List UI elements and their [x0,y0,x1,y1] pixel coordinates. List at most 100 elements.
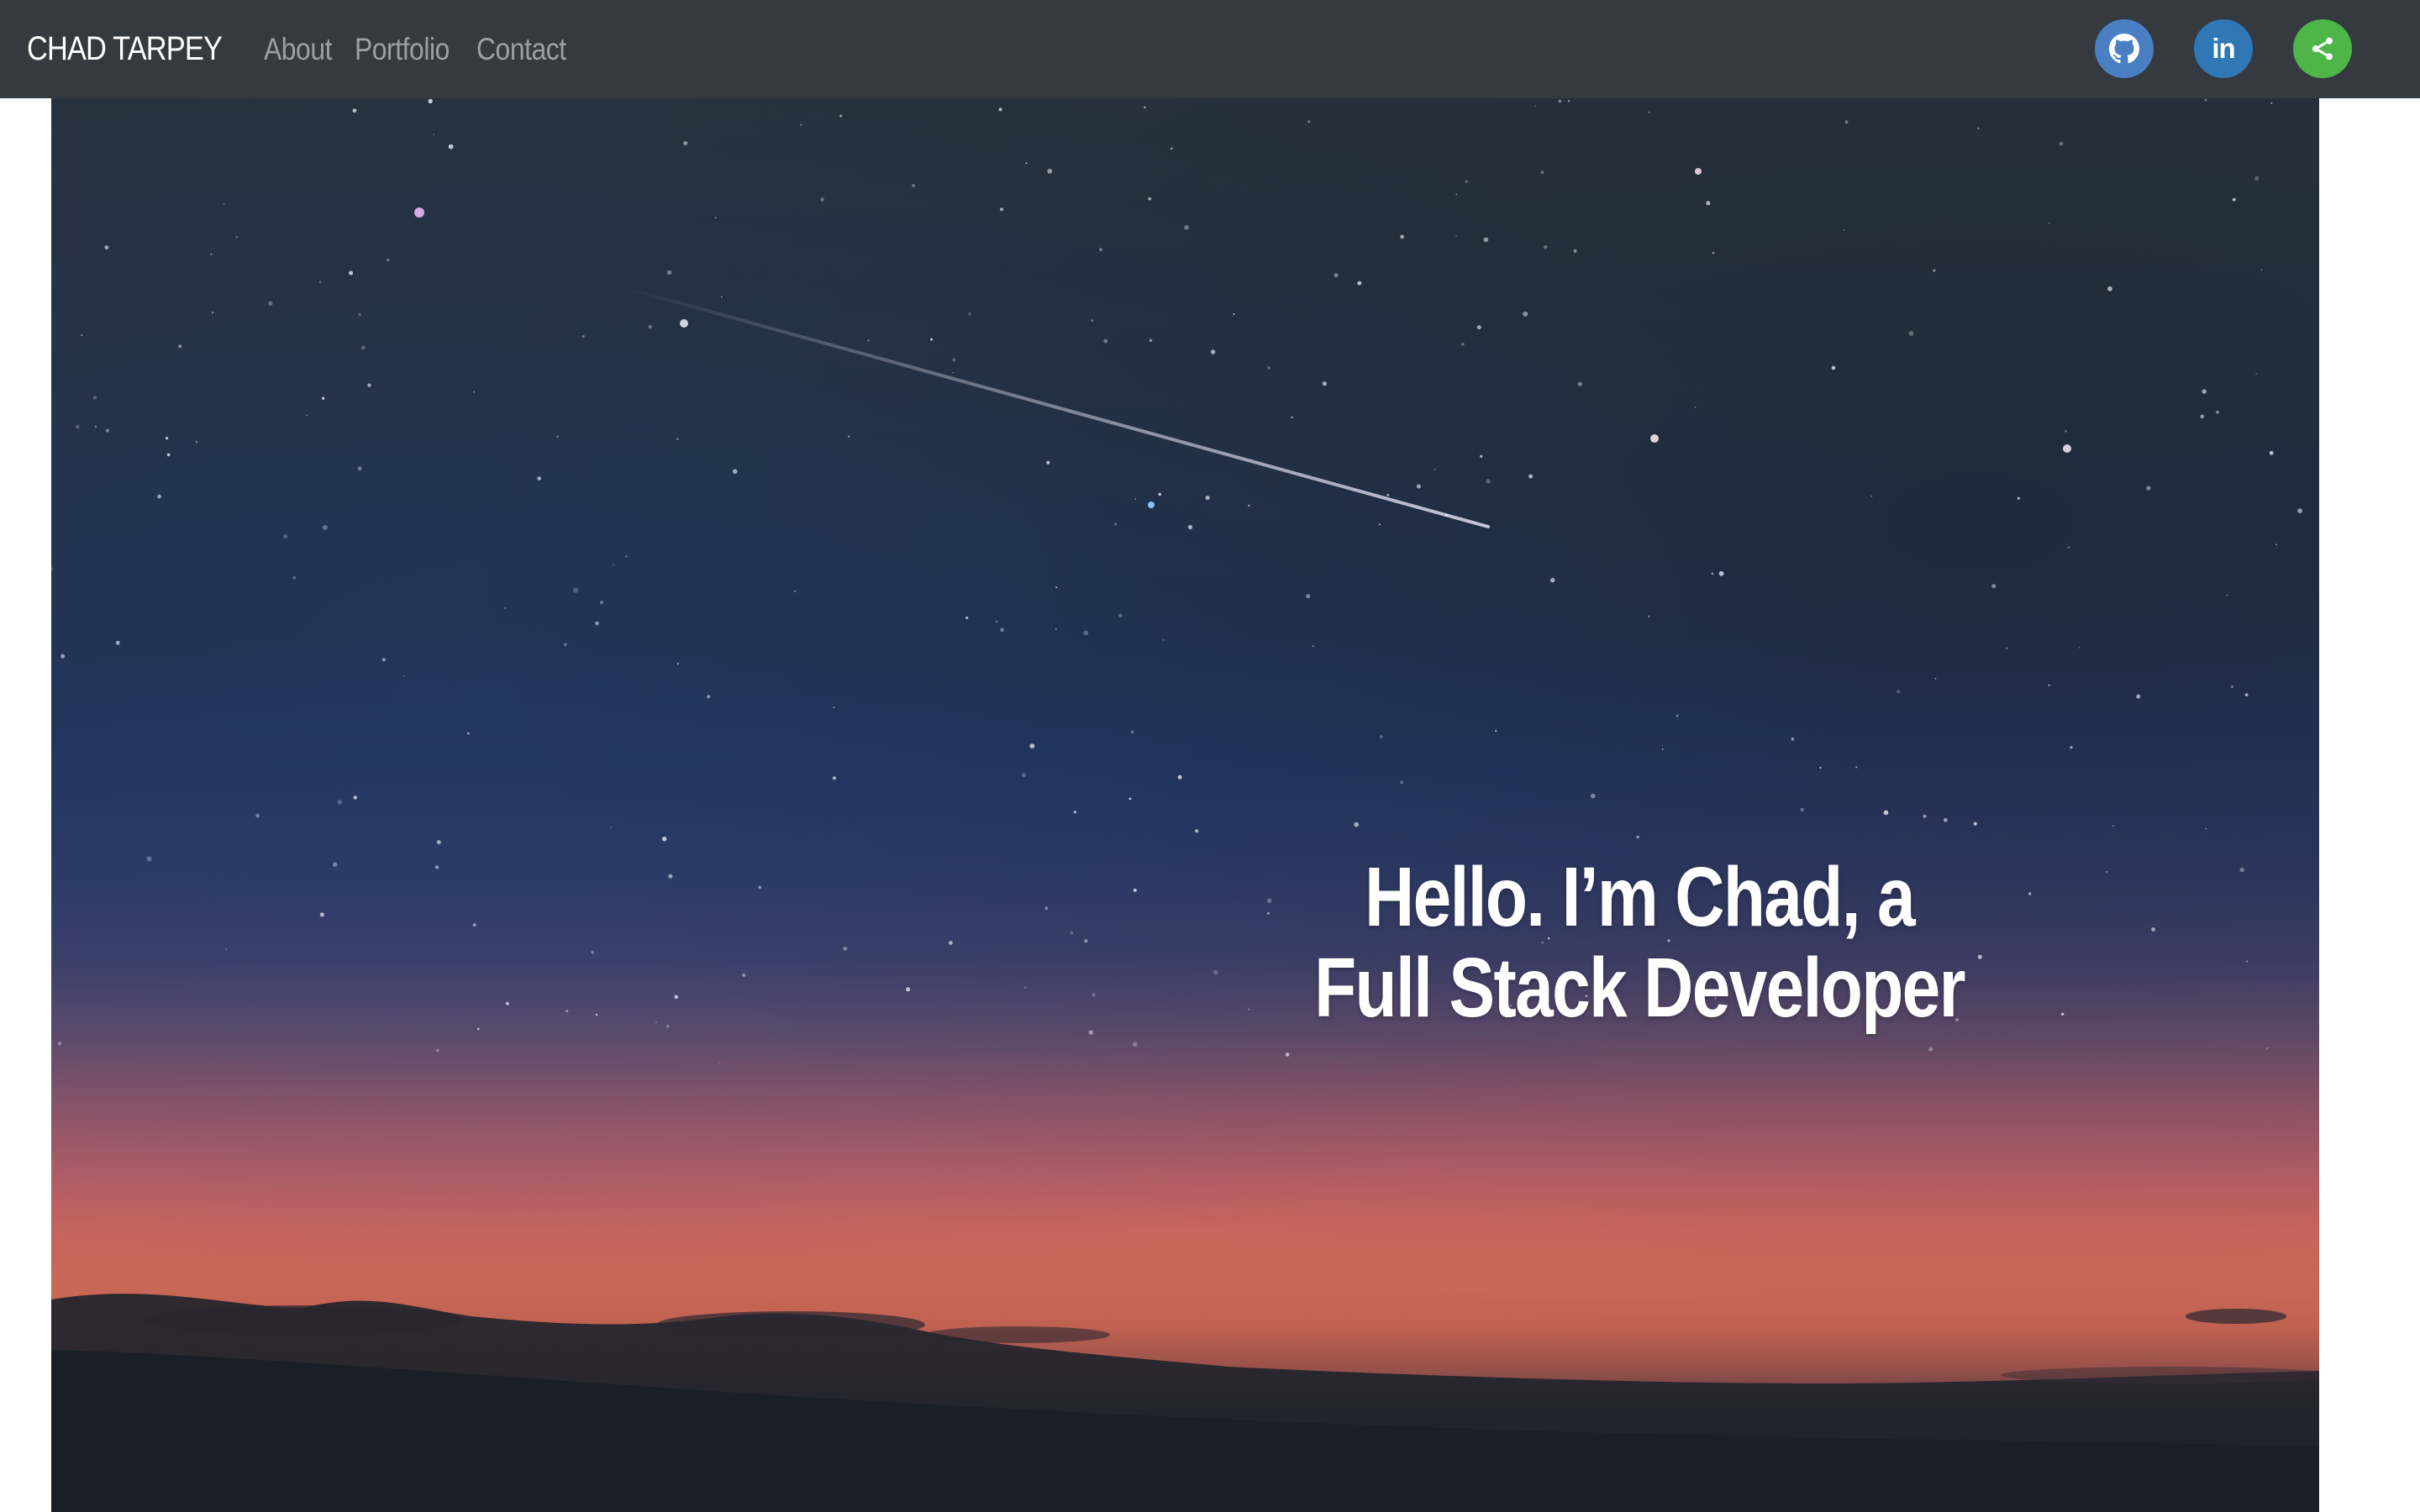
star [676,663,680,665]
star [1843,228,1845,232]
star [1073,811,1076,814]
star [1021,773,1026,778]
nav-link-contact[interactable]: Contact [476,32,571,67]
star [1024,986,1027,989]
star [146,856,152,862]
star [1676,714,1679,717]
hero-title: Hello. I’m Chad, a Full Stack Developer [1314,850,1965,1035]
star [1322,381,1327,386]
nav-link-portfolio[interactable]: Portfolio [355,32,460,67]
star [1266,898,1272,903]
star [1977,954,1982,959]
star [434,865,439,869]
star [178,344,182,349]
star [166,453,171,457]
star [1455,235,1457,237]
star [1590,793,1596,799]
star [115,640,120,645]
star [995,620,998,623]
star [105,428,109,433]
star [2006,647,2008,650]
star [1128,797,1132,801]
star [1354,822,1359,827]
star [472,923,476,927]
star [949,941,953,945]
star [1712,252,1714,255]
star [448,144,454,150]
star [337,800,343,805]
star [595,1013,598,1016]
star [848,435,850,438]
star [843,946,848,951]
star [92,396,97,400]
star [2048,222,2050,224]
github-button[interactable] [2095,19,2154,78]
star [839,114,842,118]
star [1800,807,1804,812]
star [1528,474,1534,479]
github-icon [2109,34,2139,64]
star [76,425,80,429]
star [720,296,723,298]
star [2151,927,2156,932]
star [666,270,672,276]
linkedin-button[interactable]: in [2194,19,2253,78]
star [2297,508,2303,514]
star [225,948,228,951]
star [1844,120,1849,123]
star [60,654,66,659]
star [2112,825,2115,827]
star [1534,105,1537,107]
star [1113,522,1117,526]
star [680,319,688,328]
star [1025,162,1028,165]
star [1029,743,1035,748]
star [1144,106,1146,108]
star [2226,594,2228,596]
star [235,236,238,239]
star [666,1024,670,1028]
star [1480,454,1483,458]
star [1055,628,1057,630]
star [2270,102,2273,104]
star [599,601,604,605]
star [952,371,954,374]
nav-link-about[interactable]: About [264,32,342,67]
star [714,217,717,219]
star [1706,201,1711,206]
star [1000,627,1004,633]
share-button[interactable] [2293,19,2352,78]
star [1648,615,1650,617]
star [1055,586,1058,589]
star [353,795,357,800]
star [1184,225,1189,230]
star [566,1010,569,1013]
star [867,339,870,342]
hero-section: Hello. I’m Chad, a Full Stack Developer [51,98,2319,1512]
star [1543,244,1548,249]
star [1577,381,1582,386]
star [1483,237,1489,243]
star [358,312,361,317]
star [104,245,109,249]
star [255,813,260,818]
brand-logo[interactable]: CHAD TARPEY [27,30,223,68]
share-icon [2312,37,2333,60]
star [1933,269,1936,272]
star [1195,829,1199,833]
star [1134,498,1136,500]
star [1130,730,1134,734]
star [1558,99,1562,103]
star [2245,960,2249,963]
star [2202,389,2207,394]
star [1210,349,1216,354]
star [833,706,835,708]
star [1213,969,1218,975]
star [402,675,405,677]
star [1573,249,1577,253]
star [2244,693,2249,697]
star [1923,814,1927,818]
star [1495,729,1497,732]
night-sky-image [51,98,2319,1512]
star [1312,645,1314,648]
